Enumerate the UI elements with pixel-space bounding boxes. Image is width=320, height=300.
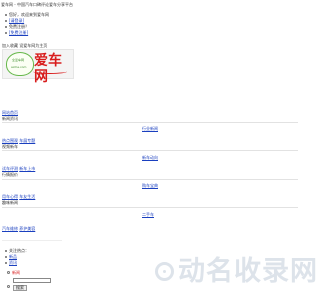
nav-row-maintenance: 汽车维修 养护美容 [2, 226, 35, 231]
nav-buy-car-guide[interactable]: 购车宝典 [142, 183, 158, 188]
nav-home[interactable]: 网站首页 [2, 110, 18, 115]
bullet-icon [5, 262, 7, 264]
watermark-text: 动名收录网 [178, 256, 318, 287]
hot-heading: 关注热点： [9, 248, 29, 253]
nav-car-knowledge[interactable]: 车友生活 [19, 194, 35, 199]
free-register-item[interactable]: [免费注册] [5, 30, 28, 35]
page-title: 爱车网 - 中国汽车口碑评论爱车分享平台 [1, 2, 73, 7]
nav-new-car-launch[interactable]: 新车上市 [19, 166, 35, 171]
nav-user-car-reviews[interactable]: 用车心得 [2, 194, 18, 199]
search-type-radio[interactable] [7, 271, 10, 274]
logo-badge-icon: 全爱车网 aiche.com [6, 52, 34, 76]
bullet-icon [5, 250, 7, 252]
search-type-radio[interactable] [7, 285, 10, 288]
bullet-icon [5, 20, 7, 22]
register-text[interactable]: 免费注册？ [9, 24, 29, 29]
search-option-news[interactable]: 新闻 [12, 270, 20, 275]
divider [2, 150, 298, 151]
divider [2, 122, 298, 123]
divider [2, 179, 298, 180]
register-item[interactable]: 免费注册？ [5, 24, 29, 29]
nav-maintenance-beauty[interactable]: 养护美容 [19, 226, 35, 231]
hot-heading-item: 关注热点： [5, 248, 29, 253]
nav-hot-topics[interactable]: 热点围观 [2, 138, 18, 143]
search-button[interactable]: 搜索 [13, 285, 27, 291]
hot-item[interactable]: 新品 [5, 254, 17, 259]
logo-badge-sub: aiche.com [11, 65, 27, 69]
greeting-text: 您好，欢迎来到爱车网 [9, 12, 49, 17]
greeting-item: 您好，欢迎来到爱车网 [5, 12, 49, 17]
divider [2, 240, 62, 241]
nav-row-life: 用车心得 车友生活 [2, 194, 35, 199]
bullet-icon [5, 14, 7, 16]
favorites-bar: 加入收藏 设爱车网为主页 [2, 43, 47, 48]
hot-item[interactable]: 资讯 [5, 260, 17, 265]
logo-swoosh-icon [33, 69, 67, 74]
nav-car-maintenance[interactable]: 汽车维修 [2, 226, 18, 231]
divider [2, 207, 298, 208]
add-favorite-link[interactable]: 加入收藏 [2, 43, 18, 48]
site-logo[interactable]: 全爱车网 aiche.com 爱车网 [2, 49, 74, 85]
nav-news-heading: 新闻资讯 [2, 116, 18, 121]
watermark-logo-dot [163, 270, 166, 273]
search-input[interactable] [13, 278, 51, 283]
nav-video: 视频新车 [2, 144, 18, 149]
nav-fun-news: 趣味新闻 [2, 200, 18, 205]
nav-new-car-trends[interactable]: 新车动向 [142, 155, 158, 160]
login-link[interactable]: [请登录] [9, 18, 24, 23]
free-register-link[interactable]: [免费注册] [9, 30, 28, 35]
watermark-logo-icon [155, 262, 174, 281]
nav-used-car[interactable]: 二手车 [142, 212, 154, 217]
login-item[interactable]: [请登录] [5, 18, 24, 23]
nav-row-launch: 试车评测 新车上市 [2, 166, 35, 171]
nav-price-info: 行情报价 [2, 172, 18, 177]
hot-item-link[interactable]: 新品 [9, 254, 17, 259]
bullet-icon [5, 26, 7, 28]
nav-auto-show[interactable]: 车展专题 [19, 138, 35, 143]
hot-item-link[interactable]: 资讯 [9, 260, 17, 265]
nav-car-reviews[interactable]: 试车评测 [2, 166, 18, 171]
logo-badge-text: 全爱车网 [12, 58, 25, 62]
bullet-icon [5, 32, 7, 34]
nav-industry-news[interactable]: 行业新闻 [142, 126, 158, 131]
bullet-icon [5, 256, 7, 258]
nav-row-hot: 热点围观 车展专题 [2, 138, 35, 143]
set-homepage-link[interactable]: 设爱车网为主页 [19, 43, 47, 48]
